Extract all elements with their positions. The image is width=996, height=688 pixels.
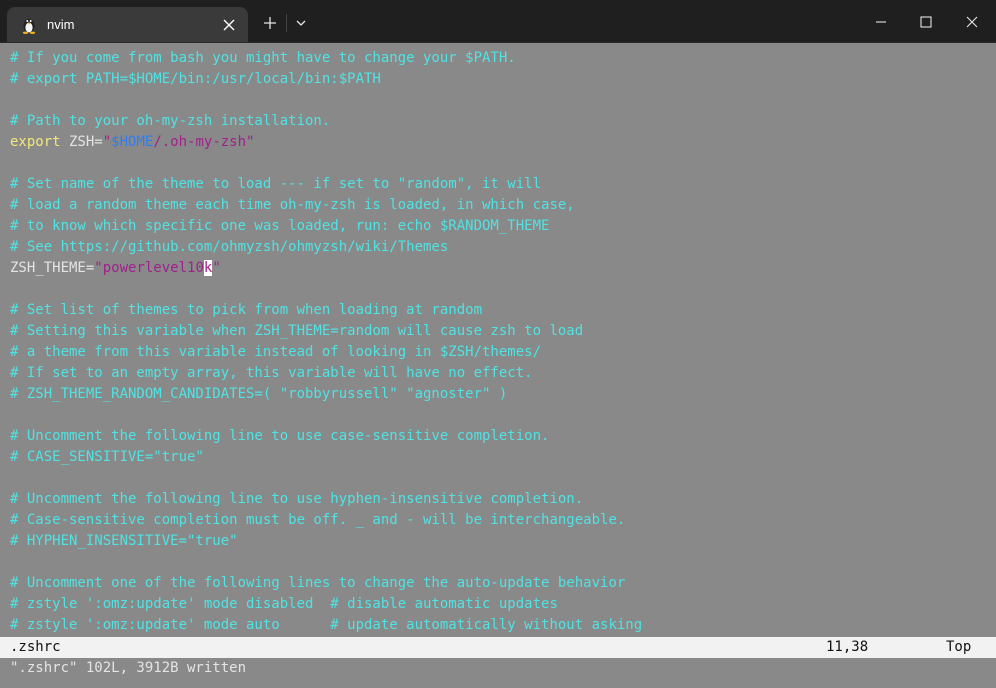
code-token: /.oh-my-zsh" (153, 134, 255, 150)
code-token: " (212, 260, 221, 276)
tab-nvim[interactable]: nvim (7, 7, 248, 42)
status-filename: .zshrc (10, 639, 61, 655)
titlebar-divider (286, 14, 287, 32)
code-token: # zstyle ':omz:update' mode disabled # d… (10, 596, 558, 612)
code-token: export (10, 134, 61, 150)
code-token: # Set name of the theme to load --- if s… (10, 176, 542, 192)
code-token: # Case-sensitive completion must be off.… (10, 512, 626, 528)
editor-line[interactable]: # Uncomment the following line to use ca… (0, 426, 996, 447)
editor-line[interactable]: # ZSH_THEME_RANDOM_CANDIDATES=( "robbyru… (0, 384, 996, 405)
editor-line[interactable]: # zstyle ':omz:update' mode disabled # d… (0, 594, 996, 615)
chevron-down-icon[interactable] (294, 16, 308, 30)
editor-line[interactable]: # zstyle ':omz:update' mode auto # updat… (0, 615, 996, 636)
editor-line[interactable]: export ZSH="$HOME/.oh-my-zsh" (0, 132, 996, 153)
code-token: # Setting this variable when ZSH_THEME=r… (10, 323, 584, 339)
code-token: "powerlevel10 (94, 260, 204, 276)
editor-line[interactable]: # Set list of themes to pick from when l… (0, 300, 996, 321)
code-token: # Uncomment the following line to use ca… (10, 428, 550, 444)
editor-line[interactable]: # HYPHEN_INSENSITIVE="true" (0, 531, 996, 552)
code-token: # ZSH_THEME_RANDOM_CANDIDATES=( "robbyru… (10, 386, 508, 402)
status-line: .zshrc 11,38 Top (0, 637, 996, 658)
code-token: ZSH= (60, 134, 103, 150)
editor-line[interactable] (0, 153, 996, 174)
code-token: # Uncomment the following line to use hy… (10, 491, 584, 507)
editor-line[interactable]: # a theme from this variable instead of … (0, 342, 996, 363)
code-token: # Set list of themes to pick from when l… (10, 302, 483, 318)
editor-line[interactable]: # Case-sensitive completion must be off.… (0, 510, 996, 531)
code-token: # See https://github.com/ohmyzsh/ohmyzsh… (10, 239, 449, 255)
code-token: # Path to your oh-my-zsh installation. (10, 113, 331, 129)
editor-line[interactable]: # Set name of the theme to load --- if s… (0, 174, 996, 195)
editor-line[interactable] (0, 405, 996, 426)
editor-line[interactable]: # Path to your oh-my-zsh installation. (0, 111, 996, 132)
code-token: # export PATH=$HOME/bin:/usr/local/bin:$… (10, 71, 381, 87)
editor-line[interactable] (0, 552, 996, 573)
editor-line[interactable]: # to know which specific one was loaded,… (0, 216, 996, 237)
editor-line[interactable]: # Uncomment the following line to use hy… (0, 489, 996, 510)
title-bar: nvim (0, 0, 996, 43)
minimize-icon[interactable] (871, 12, 891, 32)
code-token: # HYPHEN_INSENSITIVE="true" (10, 533, 238, 549)
editor-line[interactable]: # Setting this variable when ZSH_THEME=r… (0, 321, 996, 342)
editor-line[interactable]: ZSH_THEME="powerlevel10k" (0, 258, 996, 279)
code-token: # zstyle ':omz:update' mode auto # updat… (10, 617, 643, 633)
new-tab-plus-icon[interactable] (262, 15, 278, 31)
linux-tux-icon (22, 19, 36, 34)
editor-line[interactable]: # If you come from bash you might have t… (0, 48, 996, 69)
code-token: # If set to an empty array, this variabl… (10, 365, 533, 381)
editor-buffer[interactable]: # If you come from bash you might have t… (0, 48, 996, 636)
code-token: # load a random theme each time oh-my-zs… (10, 197, 575, 213)
editor-line[interactable]: # CASE_SENSITIVE="true" (0, 447, 996, 468)
code-token: # Uncomment one of the following lines t… (10, 575, 626, 591)
maximize-icon[interactable] (916, 12, 936, 32)
editor-line[interactable]: # If set to an empty array, this variabl… (0, 363, 996, 384)
code-token: # If you come from bash you might have t… (10, 50, 516, 66)
code-token: " (102, 134, 112, 150)
terminal-window: nvim # If you come from bash you might h… (0, 0, 996, 688)
code-token: $HOME (111, 134, 154, 150)
code-token: # CASE_SENSITIVE="true" (10, 449, 204, 465)
status-cursor-position: 11,38 (826, 639, 869, 655)
status-scroll-position: Top (946, 639, 972, 655)
editor-line[interactable]: # See https://github.com/ohmyzsh/ohmyzsh… (0, 237, 996, 258)
editor-line[interactable] (0, 468, 996, 489)
editor-line[interactable]: # load a random theme each time oh-my-zs… (0, 195, 996, 216)
code-token: ZSH_THEME= (10, 260, 95, 276)
close-tab-icon[interactable] (221, 17, 237, 33)
editor-line[interactable]: # Uncomment one of the following lines t… (0, 573, 996, 594)
tab-title: nvim (47, 17, 75, 32)
editor-line[interactable] (0, 279, 996, 300)
editor-line[interactable]: # export PATH=$HOME/bin:/usr/local/bin:$… (0, 69, 996, 90)
code-token: # a theme from this variable instead of … (10, 344, 542, 360)
close-window-icon[interactable] (962, 12, 982, 32)
command-line[interactable]: ".zshrc" 102L, 3912B written (10, 658, 246, 679)
code-token: # to know which specific one was loaded,… (10, 218, 550, 234)
editor-line[interactable] (0, 90, 996, 111)
